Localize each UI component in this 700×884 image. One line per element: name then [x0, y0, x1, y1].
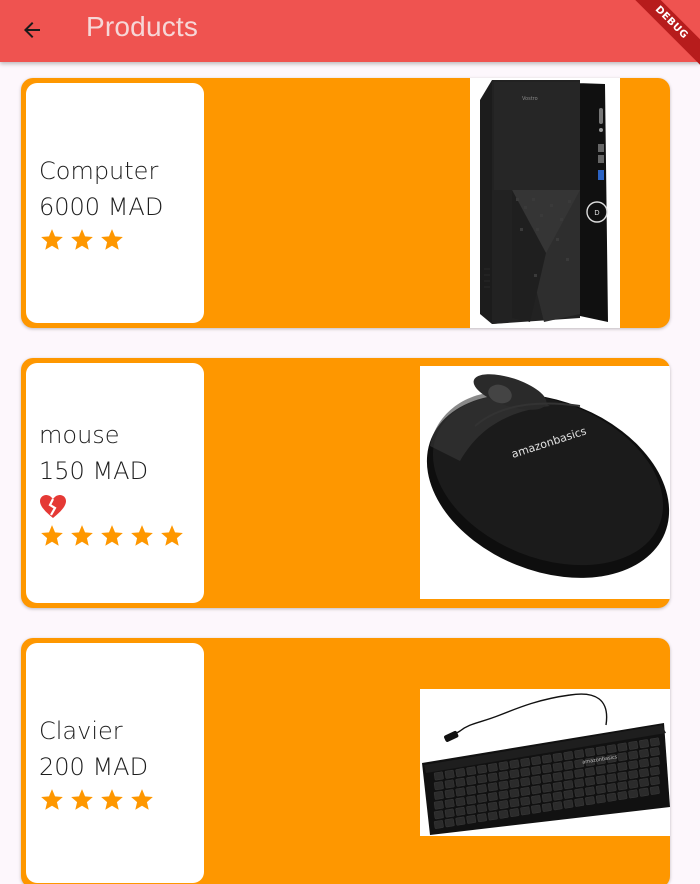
product-info: mouse 150 MAD	[26, 363, 204, 603]
keyboard-image: amazonbasics	[420, 689, 670, 836]
star-icon	[101, 789, 123, 810]
star-icon	[131, 525, 153, 546]
product-name: Computer	[39, 157, 159, 185]
star-icon	[71, 525, 93, 546]
broken-heart-icon[interactable]	[39, 493, 67, 521]
product-info: Clavier 200 MAD	[26, 643, 204, 883]
rating-stars	[39, 523, 204, 549]
star-icon	[101, 525, 123, 546]
back-button[interactable]	[14, 12, 50, 48]
star-icon	[41, 525, 63, 546]
arrow-back-icon	[24, 22, 40, 38]
star-icon	[131, 789, 153, 810]
star-icon	[41, 229, 63, 250]
star-icon	[101, 229, 123, 250]
svg-text:D: D	[594, 209, 599, 217]
product-price: 150 MAD	[39, 457, 149, 485]
product-card-clavier[interactable]: Clavier 200 MAD amazonbasics	[21, 638, 670, 884]
page-title: Products	[86, 11, 199, 42]
desktop-tower-image: D Vostro	[470, 78, 620, 328]
computer-mouse-image: amazonbasics	[420, 366, 670, 599]
rating-stars	[39, 227, 204, 253]
product-card-computer[interactable]: Computer 6000 MAD D Vostro	[21, 78, 670, 328]
rating-stars	[39, 787, 204, 813]
app-bar: Products	[0, 0, 700, 62]
product-image-computer: D Vostro	[470, 78, 620, 328]
product-card-mouse[interactable]: mouse 150 MAD amazonbasics	[21, 358, 670, 608]
product-name: Clavier	[39, 717, 123, 745]
product-price: 200 MAD	[39, 753, 149, 781]
product-name: mouse	[39, 421, 120, 449]
product-price: 6000 MAD	[39, 193, 164, 221]
product-image-keyboard: amazonbasics	[420, 689, 670, 836]
star-icon	[71, 789, 93, 810]
product-info: Computer 6000 MAD	[26, 83, 204, 323]
star-icon	[71, 229, 93, 250]
star-icon	[41, 789, 63, 810]
svg-text:Vostro: Vostro	[522, 96, 538, 102]
product-image-mouse: amazonbasics	[420, 366, 670, 599]
star-icon	[161, 525, 183, 546]
